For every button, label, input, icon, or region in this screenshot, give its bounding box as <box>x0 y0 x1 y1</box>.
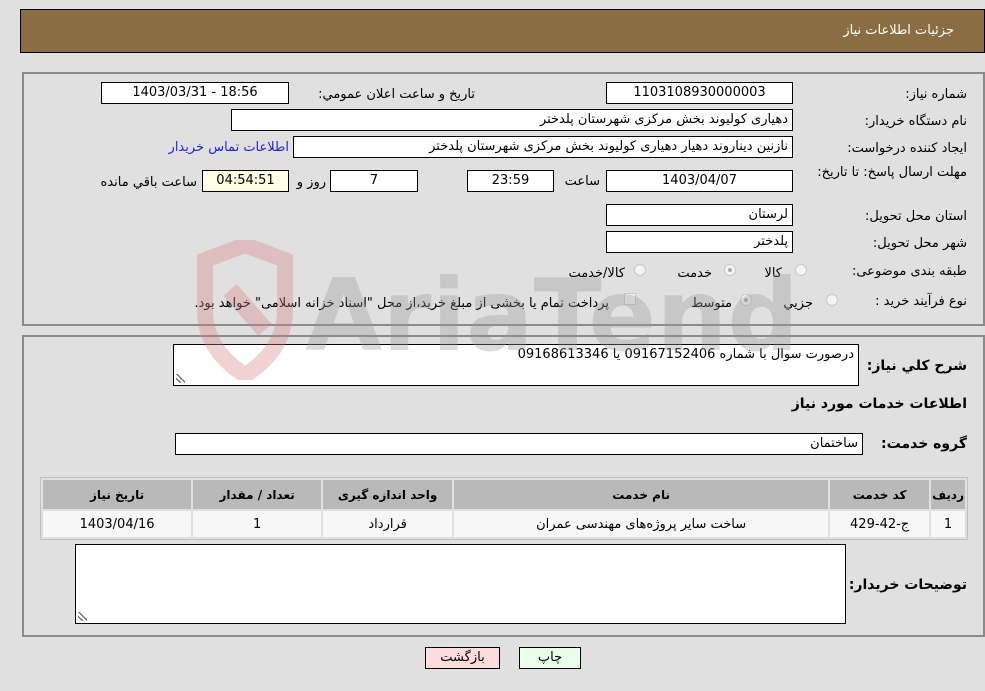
category-label: طبقه بندی موضوعی: <box>851 264 967 279</box>
category-option-goods: کالا <box>764 266 782 281</box>
col-header-row-number: رديف <box>931 480 965 509</box>
col-header-service-name: نام خدمت <box>454 480 829 509</box>
page-header: جزئیات اطلاعات نیاز <box>20 9 985 53</box>
col-header-service-code: کد خدمت <box>830 480 930 509</box>
requester-label: ايجاد کننده درخواست: <box>847 141 967 156</box>
description-text: درصورت سوال با شماره 09167152406 یا 0916… <box>517 347 854 362</box>
process-option-minor: جزيي <box>783 296 813 311</box>
remaining-time-label: ساعت باقي مانده <box>100 175 197 190</box>
resize-grip-icon[interactable] <box>78 612 87 621</box>
city-label: شهر محل تحويل: <box>872 236 967 251</box>
province-field[interactable]: لرستان <box>606 204 793 226</box>
cell-row-number: 1 <box>931 511 965 537</box>
print-button[interactable]: چاپ <box>519 647 581 669</box>
category-radio-goods-service[interactable] <box>634 264 646 276</box>
deadline-label: مهلت ارسال پاسخ: تا تاريخ: <box>817 165 967 180</box>
cell-quantity: 1 <box>193 511 322 537</box>
col-header-need-date: تاريخ نياز <box>43 480 192 509</box>
requester-field[interactable]: نازنین دیناروند دهیار دهیاری کولیوند بخش… <box>293 136 793 158</box>
announce-datetime-field[interactable]: 1403/03/31 - 18:56 <box>101 82 289 104</box>
services-heading: اطلاعات خدمات مورد نیاز <box>791 396 967 412</box>
need-number-label: شماره نیاز: <box>905 87 967 102</box>
back-button[interactable]: بازگشت <box>425 647 500 669</box>
process-radio-medium[interactable] <box>740 294 752 306</box>
purchase-process-label: نوع فرآيند خريد : <box>875 294 967 309</box>
city-field[interactable]: پلدختر <box>606 231 793 253</box>
description-label: شرح کلي نياز: <box>866 358 967 374</box>
category-option-service: خدمت <box>677 266 712 281</box>
col-header-unit: واحد اندازه گيری <box>323 480 453 509</box>
service-group-label: گروه خدمت: <box>881 436 967 452</box>
treasury-checkbox-label: پرداخت تمام يا بخشی از مبلغ خريد،از محل … <box>194 296 609 311</box>
service-group-field[interactable]: ساختمان <box>175 433 863 455</box>
resize-grip-icon[interactable] <box>176 374 185 383</box>
process-option-medium: متوسط <box>691 296 732 311</box>
services-table: رديف کد خدمت نام خدمت واحد اندازه گيری ت… <box>40 477 968 540</box>
table-row: 1 ج-42-429 ساخت سایر پروژه‌های مهندسی عم… <box>43 511 965 537</box>
cell-unit: قرارداد <box>323 511 453 537</box>
cell-service-code: ج-42-429 <box>830 511 930 537</box>
treasury-checkbox[interactable] <box>624 293 636 305</box>
remaining-time-field: 04:54:51 <box>202 170 289 192</box>
category-option-goods-service: کالا/خدمت <box>568 266 625 281</box>
buyer-notes-label: توضيحات خريدار: <box>848 577 967 593</box>
need-number-field[interactable]: 1103108930000003 <box>606 82 793 104</box>
deadline-time-field[interactable]: 23:59 <box>467 170 554 192</box>
deadline-date-field[interactable]: 1403/04/07 <box>606 170 793 192</box>
category-radio-goods[interactable] <box>795 264 807 276</box>
buyer-org-label: نام دستگاه خريدار: <box>864 114 967 129</box>
category-radio-service[interactable] <box>724 264 736 276</box>
buyer-notes-textarea[interactable] <box>75 544 846 624</box>
buyer-contact-link[interactable]: اطلاعات تماس خريدار <box>169 140 289 155</box>
remaining-days-field[interactable]: 7 <box>330 170 418 192</box>
days-label: روز و <box>296 175 326 190</box>
buyer-org-field[interactable]: دهیاری کولیوند بخش مرکزی شهرستان پلدختر <box>231 109 793 131</box>
col-header-quantity: تعداد / مقدار <box>193 480 322 509</box>
deadline-time-label: ساعت <box>564 174 600 189</box>
process-radio-minor[interactable] <box>826 294 838 306</box>
table-header-row: رديف کد خدمت نام خدمت واحد اندازه گيری ت… <box>43 480 965 509</box>
province-label: استان محل تحويل: <box>865 209 967 224</box>
announce-datetime-label: تاريخ و ساعت اعلان عمومي: <box>318 87 475 102</box>
description-textarea[interactable]: درصورت سوال با شماره 09167152406 یا 0916… <box>173 344 859 386</box>
cell-service-name: ساخت سایر پروژه‌های مهندسی عمران <box>454 511 829 537</box>
cell-need-date: 1403/04/16 <box>43 511 192 537</box>
page-title: جزئیات اطلاعات نیاز <box>843 23 954 38</box>
